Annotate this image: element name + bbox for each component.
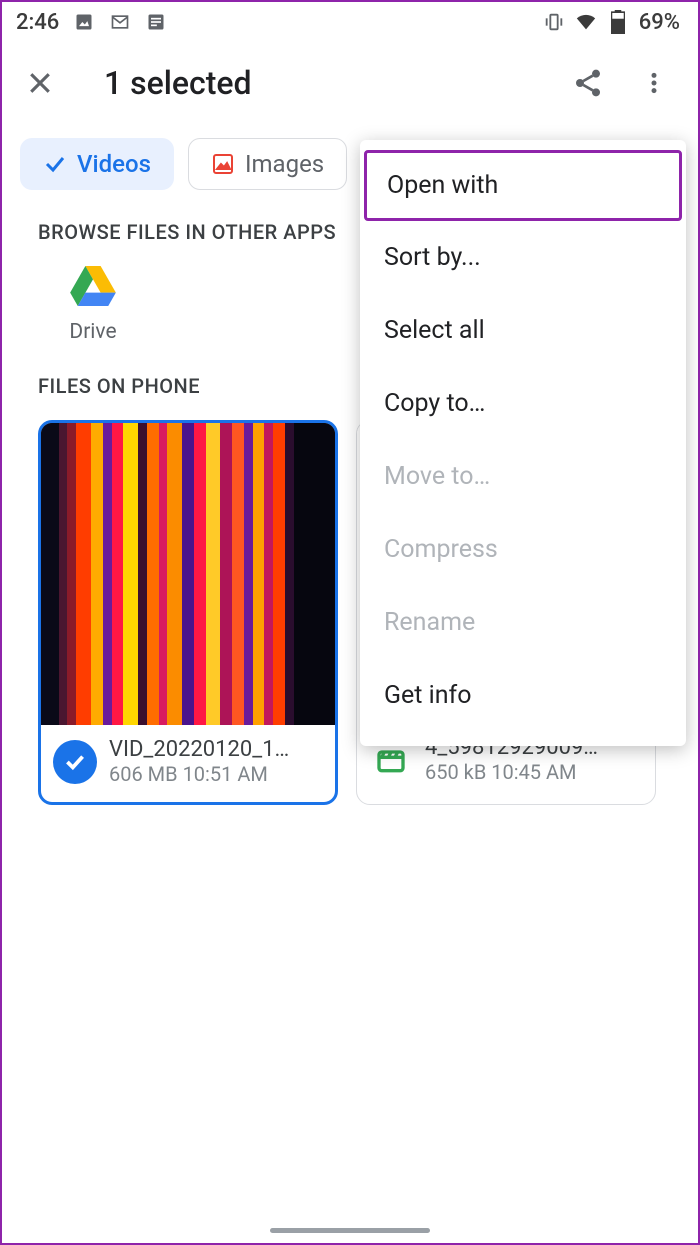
drive-icon xyxy=(70,266,116,306)
menu-item-rename: Rename xyxy=(360,586,686,659)
menu-item-get-info[interactable]: Get info xyxy=(360,659,686,732)
menu-item-open-with[interactable]: Open with xyxy=(364,150,682,221)
menu-item-sort-by[interactable]: Sort by... xyxy=(360,221,686,294)
chip-videos[interactable]: Videos xyxy=(20,138,174,190)
chip-images-label: Images xyxy=(245,150,324,178)
gmail-icon xyxy=(109,11,131,33)
status-time: 2:46 xyxy=(16,10,59,35)
app-tile-drive[interactable]: Drive xyxy=(38,266,148,344)
image-icon xyxy=(73,11,95,33)
menu-item-move-to: Move to… xyxy=(360,440,686,513)
app-name-drive: Drive xyxy=(69,320,116,344)
file-meta: 650 kB 10:45 AM xyxy=(425,760,598,784)
overflow-menu: Open with Sort by... Select all Copy to…… xyxy=(360,140,686,746)
selection-title: 1 selected xyxy=(104,64,252,102)
wifi-icon xyxy=(575,11,597,33)
share-button[interactable] xyxy=(564,59,612,107)
file-meta: 606 MB 10:51 AM xyxy=(109,762,289,786)
close-button[interactable] xyxy=(22,65,58,101)
status-bar: 2:46 69% xyxy=(2,2,698,42)
vibrate-icon xyxy=(543,11,565,33)
home-indicator[interactable] xyxy=(270,1228,430,1233)
chip-videos-label: Videos xyxy=(77,150,151,178)
battery-icon xyxy=(607,11,629,33)
file-thumbnail xyxy=(41,423,335,725)
selection-toolbar: 1 selected xyxy=(2,42,698,124)
battery-percent: 69% xyxy=(639,10,680,35)
file-name: VID_20220120_1… xyxy=(109,737,289,762)
menu-item-compress: Compress xyxy=(360,513,686,586)
more-button[interactable] xyxy=(630,59,678,107)
images-icon xyxy=(211,152,235,176)
menu-item-copy-to[interactable]: Copy to… xyxy=(360,367,686,440)
check-icon xyxy=(43,152,67,176)
checkmark-icon xyxy=(53,740,97,784)
menu-item-select-all[interactable]: Select all xyxy=(360,294,686,367)
file-card[interactable]: VID_20220120_1… 606 MB 10:51 AM xyxy=(38,420,338,805)
chip-images[interactable]: Images xyxy=(188,138,347,190)
news-icon xyxy=(145,11,167,33)
